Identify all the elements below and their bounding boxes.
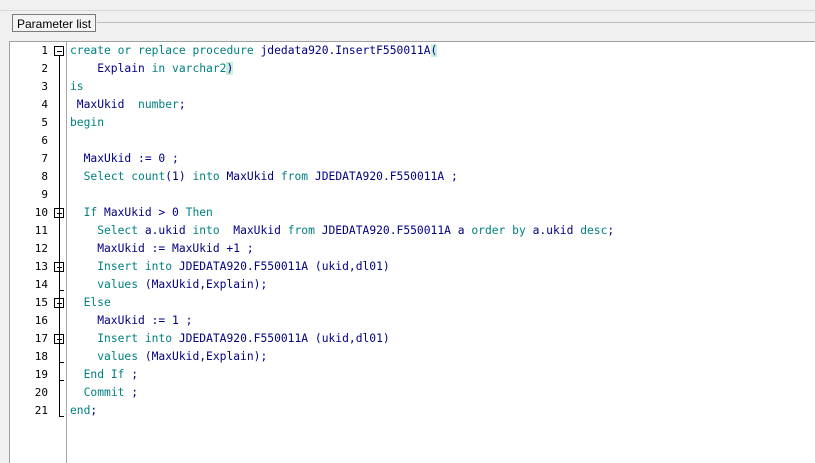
line-number: 2 xyxy=(41,62,48,75)
code-line[interactable]: Explain in varchar2) xyxy=(70,60,234,78)
line-number: 6 xyxy=(41,134,48,147)
code-line[interactable]: MaxUkid := 0 ; xyxy=(70,150,179,168)
line-number: 21 xyxy=(34,404,48,417)
line-number: 4 xyxy=(41,98,48,111)
fold-guide-line xyxy=(59,272,60,290)
code-line[interactable]: values (MaxUkid,Explain); xyxy=(70,348,267,366)
code-line[interactable]: Else xyxy=(70,294,111,312)
code-line[interactable]: is xyxy=(70,78,84,96)
toolbar-divider xyxy=(97,22,815,24)
editor-toolbar: Parameter list xyxy=(0,11,815,35)
code-line[interactable]: Select count(1) into MaxUkid from JDEDAT… xyxy=(70,168,458,186)
fold-toggle-icon[interactable] xyxy=(54,46,64,56)
line-number: 18 xyxy=(34,350,48,363)
fold-end-tick xyxy=(59,362,64,363)
parameter-list-button[interactable]: Parameter list xyxy=(12,14,97,32)
line-number: 3 xyxy=(41,80,48,93)
code-line[interactable]: end; xyxy=(70,402,97,420)
line-number: 12 xyxy=(34,242,48,255)
code-line[interactable]: If MaxUkid > 0 Then xyxy=(70,204,213,222)
matching-paren-highlight: ( xyxy=(430,44,438,57)
line-number: 10 xyxy=(34,206,48,219)
fold-guide-line xyxy=(59,344,60,362)
line-number: 8 xyxy=(41,170,48,183)
window-top-strip xyxy=(0,0,815,11)
line-number: 1 xyxy=(41,44,48,57)
line-number: 7 xyxy=(41,152,48,165)
line-number: 19 xyxy=(34,368,48,381)
line-number: 9 xyxy=(41,188,48,201)
code-line[interactable]: MaxUkid := MaxUkid +1 ; xyxy=(70,240,253,258)
fold-end-tick xyxy=(59,416,64,417)
line-number: 16 xyxy=(34,314,48,327)
line-number: 20 xyxy=(34,386,48,399)
fold-end-tick xyxy=(59,290,64,291)
code-line[interactable]: MaxUkid number; xyxy=(70,96,186,114)
code-line[interactable]: Insert into JDEDATA920.F550011A (ukid,dl… xyxy=(70,258,390,276)
code-line[interactable]: values (MaxUkid,Explain); xyxy=(70,276,267,294)
matching-paren-highlight: ) xyxy=(226,62,234,75)
line-number: 17 xyxy=(34,332,48,345)
line-number: 15 xyxy=(34,296,48,309)
line-number: 5 xyxy=(41,116,48,129)
code-line[interactable]: Insert into JDEDATA920.F550011A (ukid,dl… xyxy=(70,330,390,348)
line-number-gutter: 1 2 3 4 5 6 7 8 9 10 11 12 13 14 15 16 17 18 19 20 21 xyxy=(10,42,67,463)
line-number: 13 xyxy=(34,260,48,273)
code-editor[interactable]: 1 2 3 4 5 6 7 8 9 10 11 12 13 14 15 16 17 18 19 20 21 create… xyxy=(9,41,815,463)
code-line[interactable]: begin xyxy=(70,114,104,132)
code-line[interactable]: Commit ; xyxy=(70,384,138,402)
fold-end-tick xyxy=(59,380,64,381)
code-line[interactable]: Select a.ukid into MaxUkid from JDEDATA9… xyxy=(70,222,614,240)
line-number: 11 xyxy=(34,224,48,237)
code-line[interactable]: End If ; xyxy=(70,366,138,384)
code-line[interactable]: create or replace procedure jdedata920.I… xyxy=(70,42,438,60)
line-number: 14 xyxy=(34,278,48,291)
code-line[interactable]: MaxUkid := 1 ; xyxy=(70,312,192,330)
